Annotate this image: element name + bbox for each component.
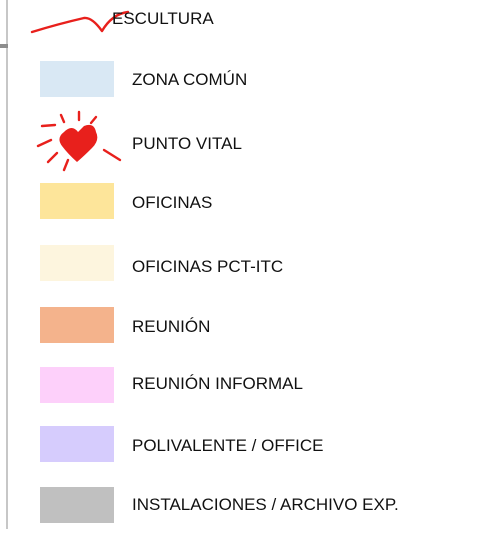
legend-label-escultura: ESCULTURA	[112, 9, 214, 28]
swatch-instalaciones-archivo	[40, 487, 114, 523]
legend-label-oficinas: OFICINAS	[132, 193, 213, 212]
swatch-reunion	[40, 307, 114, 343]
heart-burst-icon	[36, 110, 122, 172]
legend-label-oficinas-pct-itc: OFICINAS PCT-ITC	[132, 257, 284, 276]
legend-item-reunion-informal: REUNIÓN INFORMAL	[0, 365, 493, 415]
legend-item-oficinas-pct-itc: OFICINAS PCT-ITC	[0, 245, 493, 295]
legend-label-reunion: REUNIÓN	[132, 317, 211, 336]
legend-item-zona-comun: ZONA COMÚN	[0, 58, 493, 108]
legend-label-instalaciones-archivo: INSTALACIONES / ARCHIVO EXP.	[132, 495, 399, 514]
swatch-oficinas-pct-itc	[40, 245, 114, 281]
legend-item-oficinas: OFICINAS	[0, 180, 493, 230]
legend-label-zona-comun: ZONA COMÚN	[132, 70, 248, 89]
legend-label-polivalente-office: POLIVALENTE / OFFICE	[132, 436, 324, 455]
swatch-oficinas	[40, 183, 114, 219]
swatch-reunion-informal	[40, 367, 114, 403]
swatch-zona-comun	[40, 61, 114, 97]
legend-item-punto-vital: PUNTO VITAL	[0, 110, 493, 172]
legend-label-reunion-informal: REUNIÓN INFORMAL	[132, 374, 303, 393]
legend-item-polivalente-office: POLIVALENTE / OFFICE	[0, 425, 493, 475]
legend-item-escultura: ESCULTURA	[0, 0, 493, 50]
swatch-polivalente-office	[40, 426, 114, 462]
legend-item-reunion: REUNIÓN	[0, 305, 493, 355]
legend-label-punto-vital: PUNTO VITAL	[132, 134, 242, 153]
